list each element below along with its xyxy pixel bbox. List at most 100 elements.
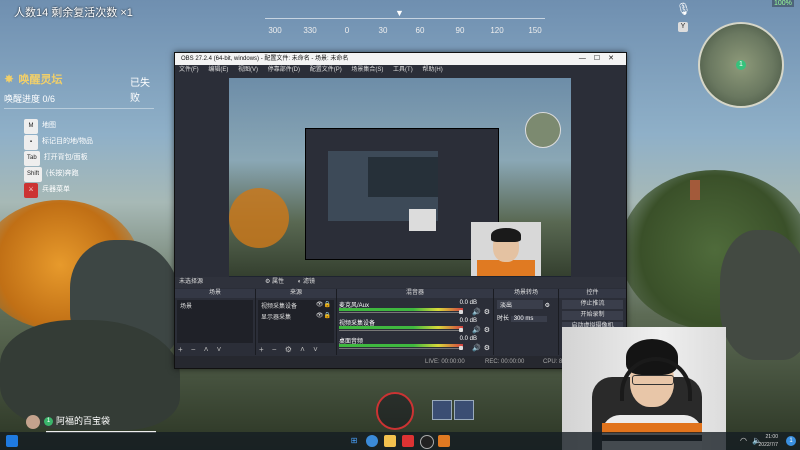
windows-start-icon[interactable]: ⊞ bbox=[348, 435, 360, 447]
keybind-row: M 地图 bbox=[24, 118, 93, 134]
keybind-list: M 地图 ▪ 标记目的地/物品 Tab 打开背包/面板 Shift (长按)奔跑 ⚔ 兵器… bbox=[24, 118, 93, 198]
app-icon[interactable] bbox=[402, 435, 414, 447]
preview-tree bbox=[229, 188, 289, 248]
transition-type-select[interactable]: 淡出 bbox=[497, 300, 543, 309]
speaker-icon[interactable]: 🔊 bbox=[472, 326, 481, 334]
player-name: 阿福的百宝袋 bbox=[56, 416, 111, 426]
eye-icon[interactable]: 👁🔒 bbox=[316, 312, 331, 319]
mixer-header: 混音器 bbox=[337, 289, 493, 298]
compass-marker-icon: ▼ bbox=[395, 8, 404, 18]
clock[interactable]: 21:00 2022/7/7 bbox=[759, 433, 778, 449]
speaker-icon[interactable]: 🔊 bbox=[472, 308, 481, 316]
minimap[interactable]: 1 bbox=[698, 22, 784, 108]
compass-tick: 120 bbox=[490, 26, 504, 35]
mixer-channel: 视频采集设备 0.0 dB 🔊 ⚙ bbox=[337, 318, 493, 336]
preview-nested-obs-3 bbox=[368, 157, 438, 197]
keybind-label: 标记目的地/物品 bbox=[42, 138, 93, 145]
source-toolbar: 未选择源 ⚙ 属性 ◐ 滤镜 bbox=[175, 277, 626, 288]
windows-taskbar: ⊞ ◠ 🔈 21:00 2022/7/7 1 bbox=[0, 432, 800, 450]
scene-item[interactable]: 场景 bbox=[177, 300, 253, 311]
file-explorer-icon[interactable] bbox=[384, 435, 396, 447]
menu-docks[interactable]: 停靠部件(D) bbox=[268, 67, 300, 73]
obs-menubar: 文件(F) 编辑(E) 视图(V) 停靠部件(D) 配置文件(P) 场景集合(S… bbox=[175, 65, 626, 75]
volume-fader[interactable] bbox=[339, 312, 463, 313]
keybind-label: 地图 bbox=[42, 122, 56, 129]
obs-window[interactable]: OBS 27.2.4 (64-bit, windows) - 配置文件: 未命名… bbox=[174, 52, 627, 369]
battery-indicator: 100% bbox=[772, 0, 794, 7]
window-controls: —☐✕ bbox=[579, 53, 622, 65]
tower bbox=[690, 180, 700, 200]
compass-tick: 330 bbox=[303, 26, 317, 35]
gear-icon[interactable]: ⚙ bbox=[484, 326, 490, 334]
scenes-footer-buttons[interactable]: + − ˄ ˅ bbox=[178, 345, 224, 354]
sources-list: 视频采集设备 👁🔒 显示器采集 👁🔒 bbox=[258, 300, 334, 343]
menu-file[interactable]: 文件(F) bbox=[179, 67, 199, 73]
close-button[interactable]: ✕ bbox=[608, 55, 622, 62]
volume-meter bbox=[339, 344, 463, 347]
volume-fader[interactable] bbox=[339, 330, 463, 331]
fader-knob[interactable] bbox=[459, 328, 463, 332]
preview-nested-obs bbox=[305, 128, 499, 260]
eye-icon[interactable]: 👁🔒 bbox=[316, 301, 331, 308]
compass-tick: 60 bbox=[415, 26, 425, 35]
gear-icon[interactable]: ⚙ bbox=[484, 344, 490, 352]
scenes-header: 场景 bbox=[175, 289, 255, 298]
selected-source-label: 未选择源 bbox=[179, 279, 204, 285]
menu-help[interactable]: 帮助(H) bbox=[422, 67, 442, 73]
game-taskbar-icon[interactable] bbox=[438, 435, 450, 447]
obs-taskbar-icon[interactable] bbox=[420, 435, 434, 449]
properties-button[interactable]: ⚙ 属性 bbox=[265, 279, 290, 285]
widgets-icon[interactable] bbox=[6, 435, 18, 447]
y-button-icon: Y bbox=[678, 22, 688, 32]
quest-status: 已失败 bbox=[130, 78, 150, 104]
quest-panel: ✸ 唤醒灵坛 唤醒进度 0/6 已失败 bbox=[4, 70, 154, 109]
obs-preview[interactable] bbox=[229, 78, 571, 284]
avatar bbox=[26, 414, 40, 429]
volume-fader[interactable] bbox=[339, 348, 463, 349]
network-icon[interactable]: ◠ bbox=[740, 436, 747, 445]
key-badge: M bbox=[24, 119, 38, 134]
sources-footer-buttons[interactable]: + − ⚙ ˄ ˅ bbox=[259, 345, 321, 354]
channel-db: 0.0 dB bbox=[459, 336, 477, 342]
microphone-icon: 🎙 bbox=[676, 2, 692, 16]
keybind-label: 打开背包/面板 bbox=[43, 154, 88, 161]
menu-profile[interactable]: 配置文件(P) bbox=[310, 67, 342, 73]
channel-db: 0.0 dB bbox=[459, 300, 477, 306]
fader-knob[interactable] bbox=[459, 346, 463, 350]
source-item[interactable]: 视频采集设备 👁🔒 bbox=[258, 300, 334, 311]
gear-icon[interactable]: ⚙ bbox=[484, 308, 490, 316]
menu-scene-collection[interactable]: 场景集合(S) bbox=[351, 67, 383, 73]
menu-view[interactable]: 视图(V) bbox=[238, 67, 258, 73]
mouse-icon: ▪ bbox=[24, 135, 38, 150]
keybind-label: 兵器菜单 bbox=[42, 186, 70, 193]
keybind-row: ▪ 标记目的地/物品 bbox=[24, 134, 93, 150]
player-level: 1 bbox=[44, 417, 53, 427]
obs-titlebar[interactable]: OBS 27.2.4 (64-bit, windows) - 配置文件: 未命名… bbox=[175, 53, 626, 65]
edge-icon[interactable] bbox=[366, 435, 378, 447]
speaker-icon[interactable]: 🔊 bbox=[472, 344, 481, 352]
compass-line bbox=[265, 18, 545, 19]
menu-edit[interactable]: 编辑(E) bbox=[208, 67, 228, 73]
add-transition-icon[interactable]: ⚙ bbox=[545, 303, 550, 309]
keybind-label: (长按)奔跑 bbox=[46, 170, 79, 177]
notification-badge[interactable]: 1 bbox=[786, 436, 796, 446]
mixer-channels: 麦克风/Aux 0.0 dB 🔊 ⚙ 视频采集设备 0.0 dB 🔊 ⚙ 桌面音… bbox=[337, 300, 493, 354]
quest-title: 唤醒灵坛 bbox=[18, 74, 63, 86]
compass-tick: 300 bbox=[268, 26, 282, 35]
preview-minimap bbox=[525, 112, 561, 148]
fader-knob[interactable] bbox=[459, 310, 463, 314]
skill-bar bbox=[376, 392, 478, 430]
maximize-button[interactable]: ☐ bbox=[594, 55, 608, 62]
menu-tools[interactable]: 工具(T) bbox=[393, 67, 413, 73]
duration-input[interactable]: 300 ms bbox=[510, 316, 547, 322]
source-item[interactable]: 显示器采集 👁🔒 bbox=[258, 311, 334, 322]
minimize-button[interactable]: — bbox=[579, 55, 594, 62]
sources-header: 来源 bbox=[256, 289, 336, 298]
keybind-row: Shift (长按)奔跑 bbox=[24, 166, 93, 182]
filters-button[interactable]: ◐ 滤镜 bbox=[298, 279, 321, 285]
start-recording-button[interactable]: 开始录制 bbox=[562, 311, 623, 320]
obs-status-bar: LIVE: 00:00:00 REC: 00:00:00 CPU: 8.8%, … bbox=[175, 356, 626, 368]
mixer-channel: 桌面音频 0.0 dB 🔊 ⚙ bbox=[337, 336, 493, 354]
rock bbox=[720, 230, 800, 360]
stop-streaming-button[interactable]: 停止推流 bbox=[562, 300, 623, 309]
